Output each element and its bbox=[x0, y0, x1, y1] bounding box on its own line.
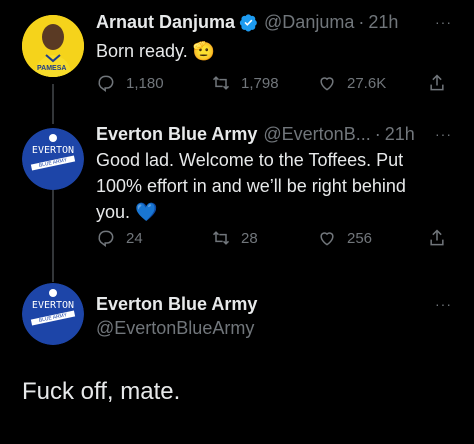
heart-icon bbox=[320, 232, 334, 246]
logo-top-text: EVERTON bbox=[31, 300, 75, 311]
tweet-everton-reply[interactable]: EVERTON BLUE ARMY Everton Blue Army @Eve… bbox=[0, 120, 474, 270]
like-button[interactable]: 256 bbox=[317, 228, 427, 248]
separator: · bbox=[358, 12, 365, 32]
tweet-text: Good lad. Welcome to the Toffees. Put 10… bbox=[96, 150, 406, 222]
avatar-everton[interactable]: EVERTON BLUE ARMY bbox=[22, 128, 84, 190]
share-icon bbox=[430, 74, 444, 91]
more-options-icon[interactable]: ··· bbox=[435, 14, 452, 30]
reply-count: 1,180 bbox=[126, 74, 164, 92]
everton-logo-icon: EVERTON BLUE ARMY bbox=[22, 128, 84, 190]
share-button[interactable] bbox=[427, 73, 457, 93]
timestamp[interactable]: 21h bbox=[385, 124, 415, 145]
reply-button[interactable]: 24 bbox=[96, 228, 211, 248]
handle[interactable]: @EvertonB... bbox=[263, 124, 370, 145]
tweet-main[interactable]: EVERTON BLUE ARMY Everton Blue Army @Eve… bbox=[0, 280, 474, 444]
tweet-header: Arnaut Danjuma @Danjuma · 21h bbox=[96, 12, 398, 33]
retweet-button[interactable]: 1,798 bbox=[211, 73, 317, 93]
timestamp[interactable]: 21h bbox=[368, 12, 398, 33]
everton-logo-icon: EVERTON BLUE ARMY bbox=[22, 283, 84, 345]
like-button[interactable]: 27.6K bbox=[317, 73, 427, 93]
more-options-icon[interactable]: ··· bbox=[435, 126, 452, 142]
avatar-danjuma[interactable]: PAMESA bbox=[22, 15, 84, 77]
like-count: 27.6K bbox=[347, 74, 387, 92]
share-icon bbox=[430, 229, 444, 246]
handle[interactable]: @Danjuma bbox=[264, 12, 354, 33]
verified-badge-icon bbox=[239, 14, 257, 32]
display-name[interactable]: Arnaut Danjuma bbox=[96, 12, 235, 33]
tweet-danjuma[interactable]: PAMESA Arnaut Danjuma @Danjuma · 21h ···… bbox=[0, 0, 474, 120]
display-name[interactable]: Everton Blue Army bbox=[96, 294, 257, 315]
retweet-count: 1,798 bbox=[241, 74, 279, 92]
reply-count: 24 bbox=[126, 229, 143, 247]
main-tweet-text: Fuck off, mate. bbox=[22, 378, 181, 405]
heart-icon bbox=[320, 77, 334, 91]
handle[interactable]: @EvertonBlueArmy bbox=[96, 318, 254, 339]
avatar-sponsor-text: PAMESA bbox=[37, 65, 67, 72]
retweet-count: 28 bbox=[241, 229, 258, 247]
display-name[interactable]: Everton Blue Army bbox=[96, 124, 257, 145]
tweet-actions: 24 28 256 bbox=[96, 228, 457, 248]
reply-button[interactable]: 1,180 bbox=[96, 73, 211, 93]
reply-icon bbox=[98, 75, 114, 92]
tweet-header: Everton Blue Army @EvertonB... · 21h bbox=[96, 124, 415, 145]
logo-top-text: EVERTON bbox=[31, 145, 75, 156]
reply-icon bbox=[98, 230, 114, 247]
share-button[interactable] bbox=[427, 228, 457, 248]
logo-ribbon-text: BLUE ARMY bbox=[30, 310, 76, 326]
more-options-icon[interactable]: ··· bbox=[435, 296, 452, 312]
retweet-button[interactable]: 28 bbox=[211, 228, 317, 248]
tweet-actions: 1,180 1,798 27.6K bbox=[96, 73, 457, 93]
like-count: 256 bbox=[347, 229, 373, 247]
saluting-emoji: 🫡 bbox=[192, 41, 216, 61]
tweet-text: Born ready. 🫡 bbox=[96, 41, 216, 61]
logo-ribbon-text: BLUE ARMY bbox=[30, 155, 76, 171]
retweet-icon bbox=[212, 231, 230, 245]
avatar-everton[interactable]: EVERTON BLUE ARMY bbox=[22, 283, 84, 345]
separator: · bbox=[374, 124, 381, 144]
retweet-icon bbox=[212, 76, 230, 90]
